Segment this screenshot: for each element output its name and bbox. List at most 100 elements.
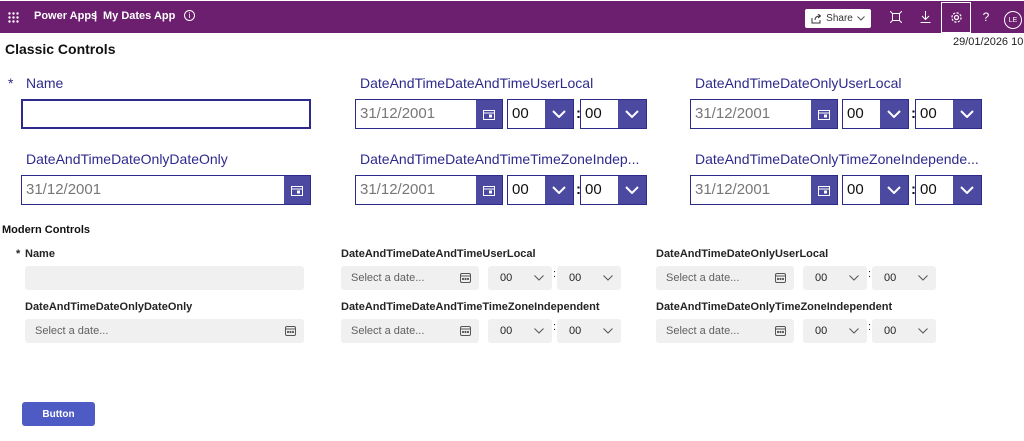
classic-dt-tz-indep-date-picker[interactable]: 31/12/2001 — [355, 175, 503, 205]
hour-value: 00 — [815, 325, 828, 337]
time-separator: : — [868, 268, 872, 280]
calendar-icon[interactable] — [451, 326, 479, 336]
chevron-down-icon — [841, 275, 867, 281]
date-value: 31/12/2001 — [695, 181, 771, 198]
classic-dt-user-local-date-picker[interactable]: 31/12/2001 — [355, 99, 503, 129]
chevron-down-icon — [526, 328, 552, 334]
modern-name-text-input[interactable] — [25, 266, 304, 290]
date-placeholder: Select a date... — [351, 325, 425, 337]
modern-dt-user-local-hour-dropdown[interactable]: 00 — [488, 266, 552, 290]
time-separator: : — [868, 321, 872, 333]
classic-dt-user-local-minute-dropdown[interactable]: 00 — [580, 99, 647, 129]
modern-do-user-local-date-picker[interactable]: Select a date... — [656, 266, 794, 290]
hour-value: 00 — [815, 272, 828, 284]
settings-button[interactable] — [941, 2, 971, 33]
required-marker: * — [16, 248, 21, 260]
classic-do-user-local-label: DateAndTimeDateOnlyUserLocal — [695, 75, 902, 91]
classic-dt-tz-indep-hour-dropdown[interactable]: 00 — [507, 175, 574, 205]
calendar-icon[interactable] — [476, 100, 502, 128]
minute-value: 00 — [585, 105, 602, 122]
time-separator: : — [553, 268, 557, 280]
chevron-down-icon — [545, 176, 573, 204]
chevron-down-icon — [856, 16, 865, 21]
minute-value: 00 — [585, 181, 602, 198]
calendar-icon[interactable] — [451, 273, 479, 283]
classic-do-user-local-date-picker[interactable]: 31/12/2001 — [690, 99, 838, 129]
modern-dt-user-local-minute-dropdown[interactable]: 00 — [557, 266, 621, 290]
classic-do-tz-indep-label: DateAndTimeDateOnlyTimeZoneIndepende... — [695, 151, 979, 167]
minute-value: 00 — [920, 181, 937, 198]
date-value: 31/12/2001 — [360, 181, 436, 198]
chevron-down-icon — [526, 275, 552, 281]
classic-dt-tz-indep-minute-dropdown[interactable]: 00 — [580, 175, 647, 205]
avatar[interactable]: LE — [1004, 11, 1022, 29]
classic-do-user-local-minute-dropdown[interactable]: 00 — [915, 99, 982, 129]
chevron-down-icon — [953, 176, 981, 204]
chevron-down-icon — [841, 328, 867, 334]
classic-do-date-only-label: DateAndTimeDateOnlyDateOnly — [26, 151, 228, 167]
calendar-icon[interactable] — [766, 326, 794, 336]
minute-value: 00 — [569, 272, 582, 284]
chevron-down-icon — [618, 100, 646, 128]
classic-do-tz-indep-date-picker[interactable]: 31/12/2001 — [690, 175, 838, 205]
classic-dt-tz-indep-label: DateAndTimeDateAndTimeTimeZoneIndep... — [360, 151, 640, 167]
product-name: Power Apps — [34, 10, 98, 22]
modern-dt-tz-indep-date-picker[interactable]: Select a date... — [341, 319, 479, 343]
date-placeholder: Select a date... — [351, 272, 425, 284]
app-header-bar: Power Apps | My Dates App i Share ? LE — [0, 1, 1024, 33]
modern-dt-user-local-label: DateAndTimeDateAndTimeUserLocal — [341, 248, 536, 260]
hour-value: 00 — [500, 272, 513, 284]
submit-button[interactable]: Button — [22, 402, 95, 426]
waffle-menu-icon[interactable] — [4, 4, 22, 30]
calendar-icon[interactable] — [276, 326, 304, 336]
classic-do-date-only-date-picker[interactable]: 31/12/2001 — [21, 175, 311, 205]
modern-do-user-local-minute-dropdown[interactable]: 00 — [872, 266, 936, 290]
app-title: My Dates App — [103, 10, 176, 22]
modern-controls-heading: Modern Controls — [2, 224, 90, 236]
hour-value: 00 — [500, 325, 513, 337]
hour-value: 00 — [847, 181, 864, 198]
hour-value: 00 — [512, 105, 529, 122]
date-placeholder: Select a date... — [666, 272, 740, 284]
chevron-down-icon — [910, 328, 936, 334]
chevron-down-icon — [880, 100, 908, 128]
minute-value: 00 — [920, 105, 937, 122]
download-icon[interactable] — [913, 4, 937, 30]
modern-do-tz-indep-date-picker[interactable]: Select a date... — [656, 319, 794, 343]
calendar-icon[interactable] — [811, 100, 837, 128]
share-button[interactable]: Share — [805, 9, 871, 28]
calendar-icon[interactable] — [476, 176, 502, 204]
classic-do-tz-indep-hour-dropdown[interactable]: 00 — [842, 175, 909, 205]
chevron-down-icon — [595, 275, 621, 281]
chevron-down-icon — [595, 328, 621, 334]
modern-do-date-only-date-picker[interactable]: Select a date... — [25, 319, 304, 343]
modern-dt-tz-indep-hour-dropdown[interactable]: 00 — [488, 319, 552, 343]
hour-value: 00 — [847, 105, 864, 122]
chevron-down-icon — [953, 100, 981, 128]
fit-to-window-icon[interactable] — [884, 4, 908, 30]
classic-do-tz-indep-minute-dropdown[interactable]: 00 — [915, 175, 982, 205]
date-value: 31/12/2001 — [360, 105, 436, 122]
modern-do-tz-indep-hour-dropdown[interactable]: 00 — [803, 319, 867, 343]
modern-dt-tz-indep-minute-dropdown[interactable]: 00 — [557, 319, 621, 343]
hour-value: 00 — [512, 181, 529, 198]
classic-dt-user-local-hour-dropdown[interactable]: 00 — [507, 99, 574, 129]
chevron-down-icon — [618, 176, 646, 204]
classic-controls-heading: Classic Controls — [5, 41, 116, 57]
classic-do-user-local-hour-dropdown[interactable]: 00 — [842, 99, 909, 129]
calendar-icon[interactable] — [811, 176, 837, 204]
help-button[interactable]: ? — [977, 4, 995, 30]
modern-dt-user-local-date-picker[interactable]: Select a date... — [341, 266, 479, 290]
modern-dt-tz-indep-label: DateAndTimeDateAndTimeTimeZoneIndependen… — [341, 301, 600, 313]
minute-value: 00 — [884, 272, 897, 284]
modern-do-tz-indep-minute-dropdown[interactable]: 00 — [872, 319, 936, 343]
calendar-icon[interactable] — [284, 176, 310, 204]
name-text-input[interactable] — [21, 99, 311, 129]
minute-value: 00 — [569, 325, 582, 337]
calendar-icon[interactable] — [766, 273, 794, 283]
chevron-down-icon — [545, 100, 573, 128]
modern-do-user-local-hour-dropdown[interactable]: 00 — [803, 266, 867, 290]
date-placeholder: Select a date... — [666, 325, 740, 337]
modern-do-tz-indep-label: DateAndTimeDateOnlyTimeZoneIndependent — [656, 301, 893, 313]
info-icon[interactable]: i — [184, 10, 195, 21]
